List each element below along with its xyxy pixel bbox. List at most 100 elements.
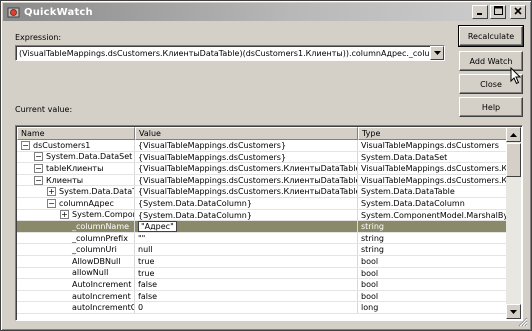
row-name: autoIncrement (72, 291, 131, 301)
column-header-name[interactable]: Name (17, 127, 135, 140)
grid-row[interactable]: − Клиенты {VisualTableMappings.dsCustomers… (17, 174, 507, 187)
close-window-button[interactable] (510, 5, 526, 19)
grid-row[interactable]: − System.Data.DataSet {VisualTableMappings… (17, 151, 507, 164)
recalculate-button[interactable]: Recalculate (458, 25, 524, 47)
cell-name: − System.Data.DataSet (17, 151, 135, 163)
row-name: dsCustomers1 (33, 140, 91, 150)
cell-value[interactable]: false (135, 279, 358, 290)
row-value: {VisualTableMappings.dsCustomers} (138, 141, 287, 150)
expression-dropdown-button[interactable] (430, 46, 444, 60)
row-value: {VisualTableMappings.dsCustomers.Клиенты… (138, 175, 358, 185)
expression-combobox[interactable]: (VisualTableMappings.dsCustomers.Клиенты… (15, 45, 445, 61)
quickwatch-dialog: QuickWatch Expression: (VisualTableMappi… (0, 0, 532, 331)
grid-row[interactable]: + System.Data.DataTa {VisualTableMappings.… (17, 186, 507, 198)
cell-type: System.Data.DataTable (361, 187, 455, 197)
expand-icon[interactable]: + (47, 187, 56, 197)
cell-name: autoIncrement (17, 290, 135, 302)
row-name: AllowDBNull (72, 256, 121, 266)
row-value: false (138, 291, 158, 301)
cell-name: autoIncrementC (17, 302, 135, 313)
grid-row[interactable]: AutoIncrement false bool (17, 279, 507, 291)
collapse-icon[interactable]: − (34, 175, 43, 185)
cell-type: System.ComponentModel.MarshalByVa (361, 210, 507, 220)
cell-type: VisualTableMappings.dsCustomers.Кли (361, 175, 507, 185)
grid-row[interactable]: _columnName "Адрес" string (17, 221, 507, 233)
cell-name: AllowDBNull (17, 255, 135, 267)
cell-type: bool (361, 291, 379, 301)
maximize-icon (493, 6, 503, 18)
grid-row[interactable]: AllowDBNull true bool (17, 255, 507, 268)
column-header-type[interactable]: Type (358, 127, 507, 140)
row-value: "" (138, 233, 146, 243)
maximize-button[interactable] (490, 5, 506, 19)
grid-row[interactable]: autoIncrement false bool (17, 290, 507, 303)
cell-value[interactable]: 0 (135, 302, 358, 313)
title-bar[interactable]: QuickWatch (3, 3, 529, 21)
minimize-button[interactable] (472, 5, 488, 19)
cell-value[interactable]: {VisualTableMappings.dsCustomers.Клиенты… (135, 163, 358, 174)
row-value: {VisualTableMappings.dsCustomers.Клиенты… (138, 164, 358, 174)
cell-type: string (361, 222, 384, 232)
expand-icon[interactable]: + (60, 210, 69, 220)
cell-value[interactable]: {VisualTableMappings.dsCustomers.Клиенты… (135, 174, 358, 186)
row-value: 0 (138, 303, 144, 313)
expression-input[interactable]: (VisualTableMappings.dsCustomers.Клиенты… (16, 49, 430, 58)
cell-name: − tableКлиенты (17, 163, 135, 174)
close-icon (514, 6, 522, 18)
cell-value[interactable]: {VisualTableMappings.dsCustomers} (135, 140, 358, 151)
row-name: _columnUri (72, 245, 117, 255)
collapse-icon[interactable]: − (47, 198, 56, 208)
grid-row[interactable]: − columnАдрес {System.Data.DataColumn} Syst… (17, 197, 507, 210)
row-value: {System.Data.DataColumn} (138, 210, 252, 220)
row-value: true (138, 256, 155, 266)
cell-name: − columnАдрес (17, 197, 135, 209)
column-header-value[interactable]: Value (135, 127, 358, 140)
row-value: false (138, 280, 158, 290)
cell-value[interactable]: {System.Data.DataColumn} (135, 197, 358, 209)
cell-value[interactable]: false (135, 290, 358, 302)
cell-value[interactable]: {VisualTableMappings.dsCustomers.Клиенты… (135, 186, 358, 197)
expression-label: Expression: (15, 33, 62, 42)
cell-value[interactable]: "Адрес" (135, 221, 358, 232)
window-title: QuickWatch (24, 6, 93, 18)
cell-value[interactable]: {System.Data.DataColumn} (135, 209, 358, 221)
cell-name: _columnUri (17, 244, 135, 255)
grid-row[interactable]: − tableКлиенты {VisualTableMappings.dsCust… (17, 163, 507, 175)
cell-value[interactable]: "" (135, 232, 358, 244)
row-value: {VisualTableMappings.dsCustomers} (138, 152, 287, 162)
row-name: columnАдрес (59, 198, 114, 208)
cell-type: VisualTableMappings.dsCustomers (361, 141, 499, 150)
row-name: System.Data.DataTa (59, 187, 135, 197)
grid-row[interactable]: allowNull true bool (17, 267, 507, 280)
cell-type: VisualTableMappings.dsCustomers.Кли (361, 164, 507, 174)
row-name: System.Data.DataSet (46, 152, 133, 162)
cell-type: System.Data.DataColumn (361, 198, 465, 208)
collapse-icon[interactable]: − (34, 163, 43, 173)
grid-row[interactable]: _columnUri null string (17, 244, 507, 256)
cell-value[interactable]: {VisualTableMappings.dsCustomers} (135, 151, 358, 163)
cell-value[interactable]: null (135, 244, 358, 255)
collapse-icon[interactable]: − (34, 152, 43, 162)
resize-grip-icon[interactable] (516, 315, 528, 327)
row-value[interactable]: "Адрес" (138, 221, 177, 232)
collapse-icon[interactable]: − (21, 140, 30, 150)
grid-row[interactable]: autoIncrementC 0 long (17, 302, 507, 314)
help-button[interactable]: Help (459, 97, 523, 117)
watch-grid[interactable]: Name Value Type − dsCustomers1 {VisualTabl… (15, 125, 523, 321)
scroll-thumb[interactable] (506, 143, 521, 177)
cell-type: bool (361, 280, 379, 290)
row-name: _columnName (72, 221, 130, 231)
grid-row[interactable]: _columnPrefix "" string (17, 232, 507, 245)
grid-row[interactable]: +System.Compone{System.Data.DataColumn} S… (17, 209, 507, 222)
row-name: Клиенты (46, 175, 84, 185)
row-value: true (138, 268, 155, 278)
row-name: autoIncrementC (72, 303, 135, 313)
grid-row[interactable]: − dsCustomers1 {VisualTableMappings.dsCust… (17, 140, 507, 152)
vertical-scrollbar[interactable] (506, 127, 521, 319)
cell-name: +System.Compone (17, 209, 135, 221)
cell-value[interactable]: true (135, 255, 358, 267)
cell-type: bool (361, 256, 379, 266)
cell-type: System.Data.DataSet (361, 152, 448, 162)
scroll-up-button[interactable] (506, 127, 521, 142)
cell-value[interactable]: true (135, 267, 358, 279)
